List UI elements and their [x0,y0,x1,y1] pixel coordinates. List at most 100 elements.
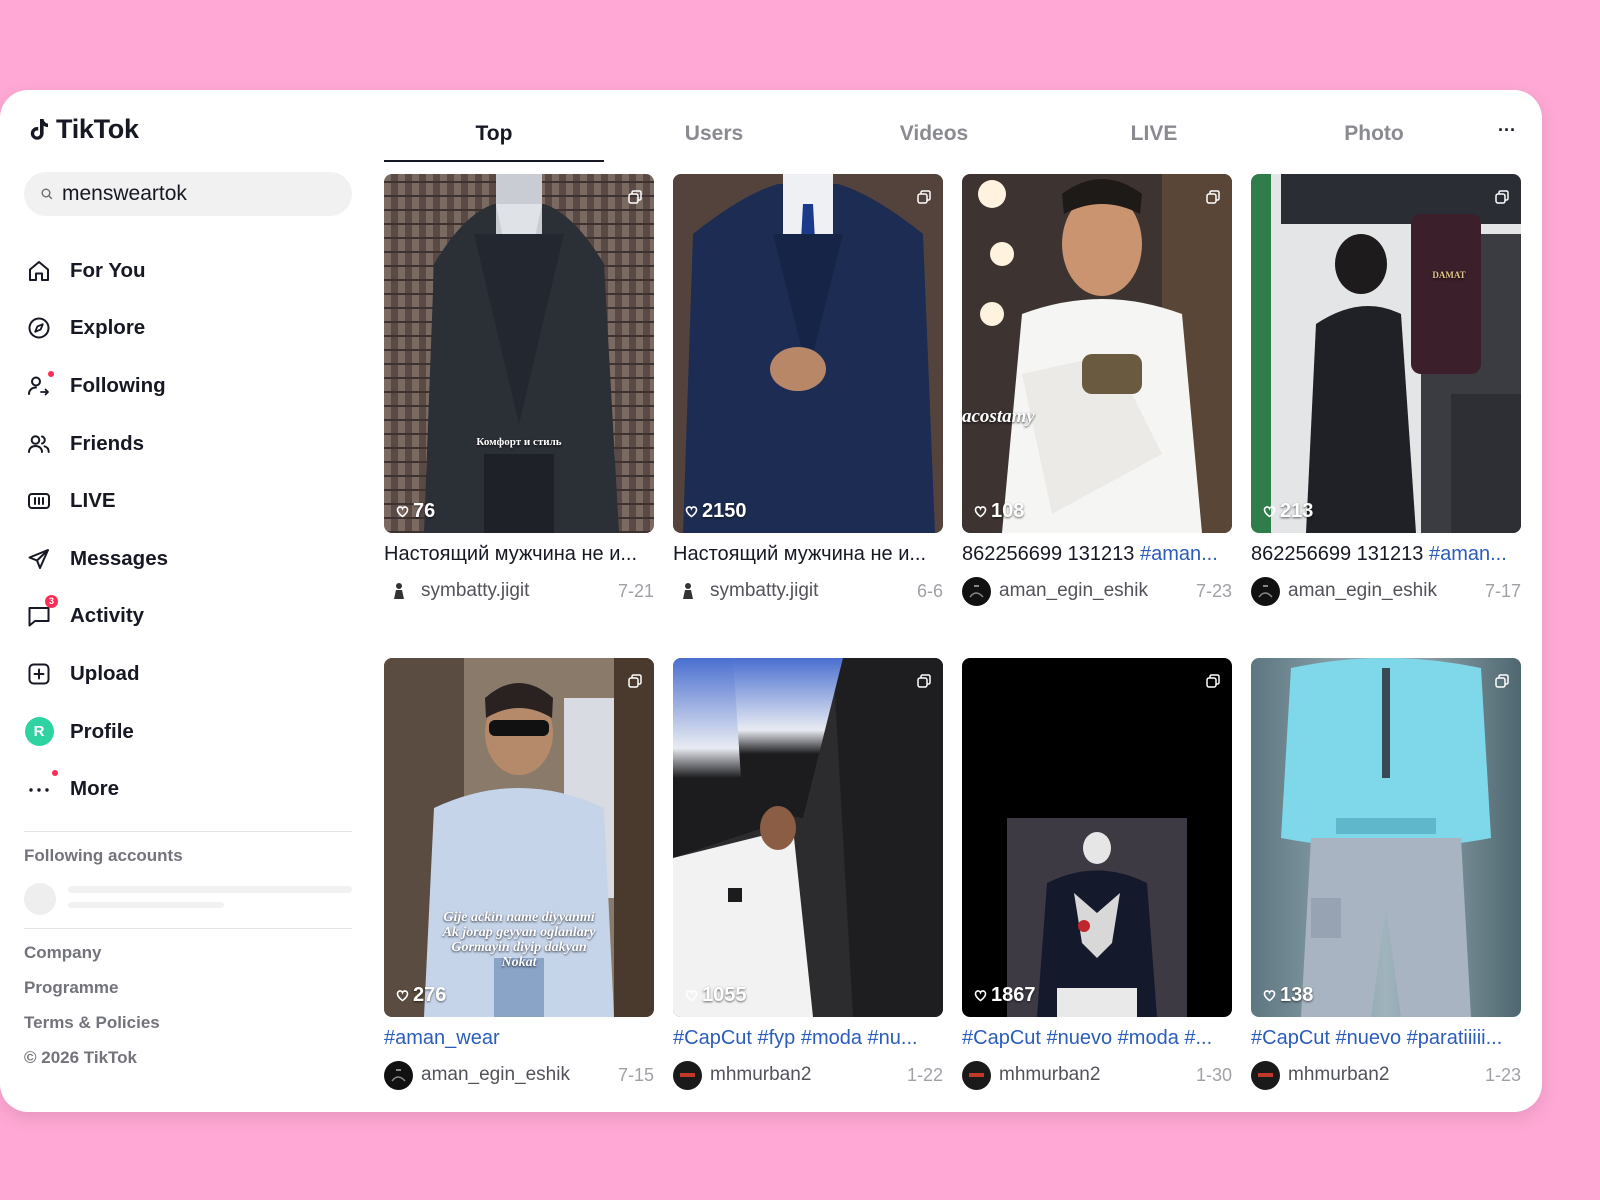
search-bar[interactable] [24,172,352,216]
video-thumbnail[interactable]: 1867 [962,658,1232,1017]
avatar[interactable] [673,576,702,606]
sidebar-item-friends[interactable]: Friends [24,415,354,473]
multi-video-icon [1206,190,1220,204]
tab-videos[interactable]: Videos [824,110,1044,164]
avatar[interactable] [962,576,991,606]
thumbnail-image [962,174,1232,533]
app-name: TikTok [56,113,139,144]
footer-link-company[interactable]: Company [24,941,160,976]
multi-video-icon [1495,190,1509,204]
multi-video-icon [1495,674,1509,688]
video-caption[interactable]: Настоящий мужчина не и... [673,540,943,568]
like-count: 76 [396,500,435,523]
sidebar-item-for-you[interactable]: For You [24,242,354,300]
like-count: 1867 [974,984,1036,1007]
video-overlay-text: Gije ackin name diyyanmi Ak jorap geyyan… [384,910,654,970]
avatar[interactable] [1251,1060,1280,1090]
like-count-value: 76 [413,500,436,522]
tab-photo[interactable]: Photo [1264,110,1484,164]
divider [24,928,352,929]
divider [24,831,352,832]
caption-hashtag[interactable]: #aman... [1429,543,1507,565]
sidebar-nav: For You Explore Following Friends LIVE M… [24,242,354,818]
video-thumbnail[interactable]: 1055 [673,658,943,1017]
sidebar-item-label: Upload [70,661,140,685]
username[interactable]: aman_egin_eshik [999,580,1196,602]
video-caption[interactable]: #CapCut #nuevo #moda #... [962,1024,1232,1052]
footer-link-terms[interactable]: Terms & Policies [24,1011,160,1046]
username[interactable]: aman_egin_eshik [421,1064,618,1086]
caption-hashtag[interactable]: #aman... [1140,543,1218,565]
tab-live[interactable]: LIVE [1044,110,1264,164]
video-meta: mhmurban2 1-30 [962,1060,1232,1090]
search-icon [41,188,53,200]
username[interactable]: aman_egin_eshik [1288,580,1485,602]
video-caption[interactable]: #aman_wear [384,1024,654,1052]
like-count-value: 1055 [702,984,747,1006]
thumbnail-image [962,658,1232,1017]
sidebar-item-messages[interactable]: Messages [24,530,354,588]
video-caption[interactable]: 862256699 131213 #aman... [962,540,1232,568]
overlay-line: Ak jorap geyyan oglanlary [442,925,596,940]
video-meta: symbatty.jigit 6-6 [673,576,943,606]
sidebar-item-profile[interactable]: R Profile [24,703,354,761]
activity-badge: 3 [45,595,58,609]
tab-top[interactable]: Top [384,110,604,164]
sidebar-item-label: For You [70,258,146,282]
video-thumbnail[interactable]: Комфорт и стиль 76 [384,174,654,533]
username[interactable]: symbatty.jigit [421,580,618,602]
avatar[interactable] [673,1060,702,1090]
video-caption[interactable]: Настоящий мужчина не и... [384,540,654,568]
avatar[interactable] [1251,576,1280,606]
tiktok-logo[interactable]: TikTok [28,112,139,146]
like-count: 108 [974,500,1024,523]
video-meta: symbatty.jigit 7-21 [384,576,654,606]
video-thumbnail[interactable]: 138 [1251,658,1521,1017]
compass-icon [24,313,54,343]
video-thumbnail[interactable]: 2150 [673,174,943,533]
video-meta: aman_egin_eshik 7-17 [1251,576,1521,606]
avatar[interactable] [962,1060,991,1090]
sidebar-item-upload[interactable]: Upload [24,645,354,703]
sidebar-item-label: Explore [70,316,146,340]
sidebar-item-live[interactable]: LIVE [24,472,354,530]
profile-avatar-wrap: R [24,717,54,747]
username[interactable]: mhmurban2 [710,1064,907,1086]
like-count-value: 2150 [702,500,747,522]
username[interactable]: mhmurban2 [999,1064,1196,1086]
video-thumbnail[interactable]: DAMAT 213 [1251,174,1521,533]
video-caption[interactable]: 862256699 131213 #aman... [1251,540,1521,568]
sidebar-item-explore[interactable]: Explore [24,300,354,358]
tab-users[interactable]: Users [604,110,824,164]
video-thumbnail[interactable]: Gije ackin name diyyanmi Ak jorap geyyan… [384,658,654,1017]
username[interactable]: mhmurban2 [1288,1064,1485,1086]
search-tabs: Top Users Videos LIVE Photo ··· [384,110,1516,164]
like-count-value: 1867 [991,984,1036,1006]
home-icon [24,256,54,286]
video-thumbnail[interactable]: acostamy 108 [962,174,1232,533]
avatar[interactable] [384,576,413,606]
search-input[interactable] [62,182,322,206]
sidebar-item-label: Friends [70,431,145,455]
video-meta: aman_egin_eshik 7-23 [962,576,1232,606]
sidebar-item-activity[interactable]: 3 Activity [24,588,354,646]
thumbnail-image [673,174,943,533]
footer-link-programme[interactable]: Programme [24,976,160,1011]
video-caption[interactable]: #CapCut #nuevo #paratiiiii... [1251,1024,1521,1052]
video-meta: aman_egin_eshik 7-15 [384,1060,654,1090]
username[interactable]: symbatty.jigit [710,580,917,602]
more-tabs-button[interactable]: ··· [1492,120,1522,150]
sidebar-item-following[interactable]: Following [24,357,354,415]
multi-video-icon [917,674,931,688]
overlay-line: Gije ackin name diyyanmi [443,910,595,925]
video-caption[interactable]: #CapCut #fyp #moda #nu... [673,1024,943,1052]
like-count-value: 276 [413,984,447,1006]
sidebar-item-label: Profile [70,719,134,743]
thumbnail-image [1251,658,1521,1017]
heart-icon [974,990,987,1002]
sidebar-item-more[interactable]: More [24,760,354,818]
notification-dot [52,770,58,777]
avatar[interactable] [384,1060,413,1090]
video-meta: mhmurban2 1-23 [1251,1060,1521,1090]
post-date: 1-23 [1484,1064,1521,1085]
